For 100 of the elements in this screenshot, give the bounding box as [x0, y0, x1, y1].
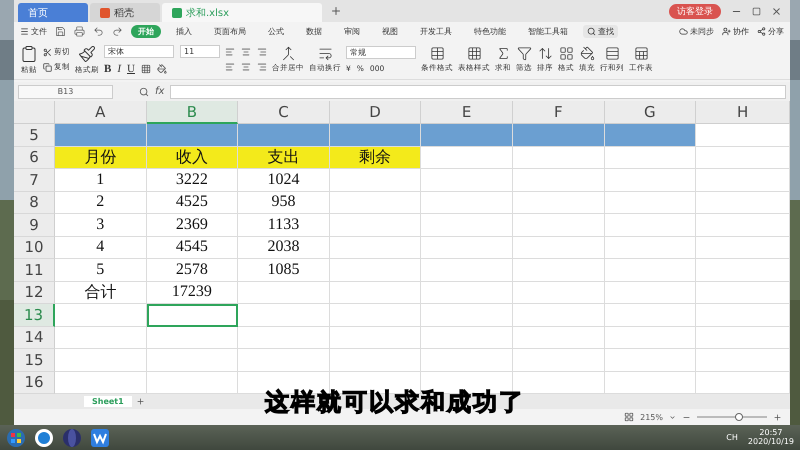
start-icon[interactable] — [6, 428, 26, 448]
align-center-icon[interactable] — [241, 47, 251, 57]
table-cell: 1 — [55, 169, 147, 192]
ribbon-tab[interactable]: 页面布局 — [207, 24, 253, 38]
font-field[interactable]: 宋体 — [104, 44, 174, 58]
sheet-icon — [634, 46, 648, 61]
table-icon — [430, 46, 444, 61]
table-cell: 1085 — [238, 259, 330, 282]
table-cell: 4525 — [146, 192, 238, 214]
subtitle: 这样就可以求和成功了 — [265, 387, 525, 418]
fill-color-icon[interactable] — [156, 64, 167, 74]
grid-icon — [558, 46, 574, 61]
undo-icon[interactable] — [93, 26, 104, 36]
file-menu[interactable]: 文件 — [20, 26, 47, 36]
close-icon[interactable] — [771, 6, 782, 16]
add-sheet-icon[interactable] — [136, 397, 145, 406]
column-header[interactable]: C — [238, 101, 330, 124]
number-format-field[interactable]: 常规 — [346, 46, 416, 59]
table-cell: 2 — [55, 192, 147, 214]
row-header[interactable]: 14 — [14, 326, 55, 349]
share-action[interactable]: 分享 — [757, 26, 784, 36]
share-icon — [757, 26, 766, 36]
column-header[interactable]: A — [55, 101, 147, 124]
share-action[interactable]: 未同步 — [679, 26, 714, 36]
document-tab[interactable]: 稻壳 — [90, 3, 160, 22]
bucket-icon — [580, 46, 594, 61]
table-cell: 合计 — [55, 282, 147, 304]
table-cell: 958 — [238, 192, 330, 214]
name-box[interactable]: B13 — [18, 84, 113, 98]
search-icon[interactable] — [139, 86, 149, 96]
document-tab[interactable]: 首页 — [18, 3, 88, 22]
ribbon-tab[interactable]: 数据 — [299, 24, 329, 38]
align-left-icon[interactable] — [225, 47, 235, 57]
login-button[interactable]: 访客登录 — [669, 4, 721, 18]
column-header[interactable]: G — [604, 101, 696, 124]
bold-button[interactable]: B — [104, 62, 112, 74]
ribbon-tab[interactable]: 视图 — [375, 24, 405, 38]
normal-view-icon[interactable] — [624, 412, 634, 422]
clipboard-icon — [20, 44, 38, 62]
ribbon-tab[interactable]: 智能工具箱 — [521, 24, 575, 38]
ribbon-tab[interactable]: 插入 — [169, 24, 199, 38]
function-button[interactable]: fx — [155, 86, 164, 97]
browser-icon[interactable] — [34, 428, 54, 448]
column-header[interactable]: H — [696, 101, 790, 124]
sort-icon — [538, 46, 552, 61]
table-cell: 支出 — [238, 146, 330, 169]
search-button[interactable]: 查找 — [583, 24, 618, 38]
cloud-icon — [679, 26, 688, 36]
ribbon-tab[interactable]: 公式 — [261, 24, 291, 38]
row-header[interactable]: 8 — [14, 192, 55, 214]
zoom-slider-thumb[interactable] — [735, 413, 743, 421]
ribbon-tab[interactable]: 特色功能 — [467, 24, 513, 38]
search-icon — [587, 26, 596, 36]
scissors-icon — [43, 48, 52, 56]
grid-icon — [466, 46, 482, 61]
clock[interactable]: 20:57 2020/10/19 — [748, 428, 794, 446]
border-icon[interactable] — [140, 64, 151, 74]
print-icon[interactable] — [74, 26, 85, 36]
row-header[interactable]: 10 — [14, 236, 55, 259]
table-cell: 3 — [55, 214, 147, 236]
row-header[interactable]: 15 — [14, 349, 55, 372]
align-right-icon[interactable] — [257, 62, 267, 72]
font-size-field[interactable]: 11 — [180, 44, 220, 58]
ribbon-tab[interactable]: 开发工具 — [413, 24, 459, 38]
row-header[interactable]: 11 — [14, 259, 55, 282]
row-header[interactable]: 7 — [14, 169, 55, 192]
column-header[interactable]: E — [421, 101, 513, 124]
table-cell: 月份 — [55, 146, 147, 169]
file-icon — [172, 8, 182, 18]
maximize-icon[interactable] — [752, 6, 761, 16]
column-header[interactable]: D — [330, 101, 422, 124]
table-cell: 17239 — [146, 282, 238, 304]
table-cell: 1024 — [238, 169, 330, 192]
filter-icon — [516, 46, 532, 61]
row-header[interactable]: 6 — [14, 146, 55, 169]
align-center-icon[interactable] — [241, 62, 251, 72]
new-tab-icon[interactable] — [330, 5, 342, 17]
user-add-icon — [722, 26, 731, 36]
zoom-level[interactable]: 215% — [640, 412, 663, 422]
align-right-icon[interactable] — [257, 47, 267, 57]
table-cell: 2369 — [146, 214, 238, 236]
row-header[interactable]: 12 — [14, 282, 55, 304]
save-icon[interactable] — [55, 26, 66, 36]
language-indicator[interactable]: CH — [726, 433, 738, 442]
rows-icon — [604, 46, 620, 61]
table-cell: 2578 — [146, 259, 238, 282]
office-icon[interactable] — [90, 428, 110, 448]
row-header[interactable]: 16 — [14, 372, 55, 394]
ribbon-tab[interactable]: 审阅 — [337, 24, 367, 38]
align-left-icon[interactable] — [225, 62, 235, 72]
wrap-text-icon — [318, 46, 332, 61]
zoom-in-icon[interactable] — [773, 412, 782, 422]
underline-button[interactable]: U — [127, 62, 135, 74]
row-header[interactable]: 9 — [14, 214, 55, 236]
italic-button[interactable]: I — [117, 62, 122, 74]
redo-icon[interactable] — [112, 26, 123, 36]
share-action[interactable]: 协作 — [722, 26, 749, 36]
column-header[interactable]: F — [512, 101, 605, 124]
formula-field[interactable] — [170, 84, 786, 98]
row-header[interactable]: 5 — [14, 124, 55, 146]
